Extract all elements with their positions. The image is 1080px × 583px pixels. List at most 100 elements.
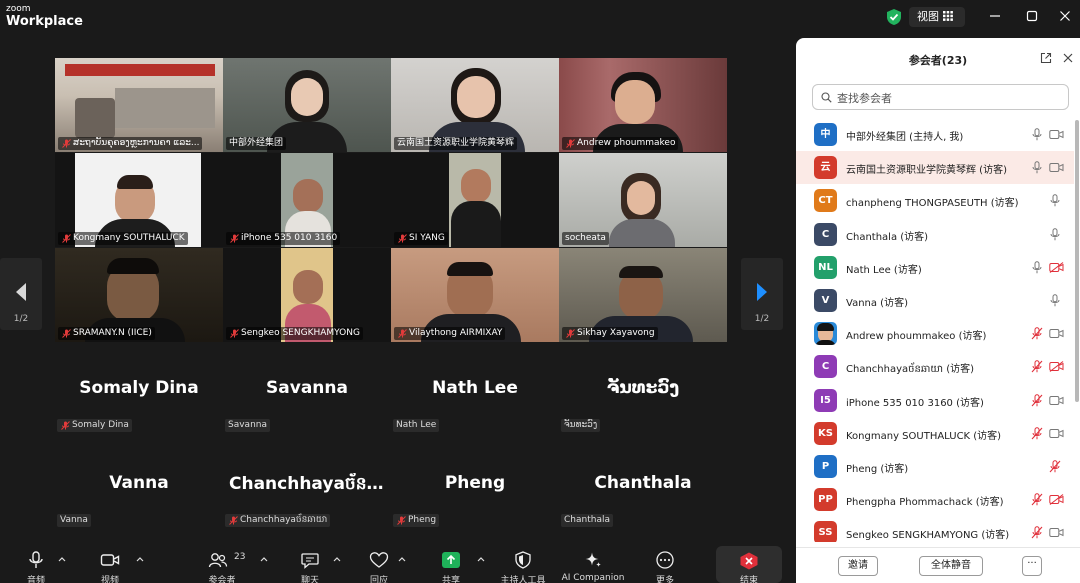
video-button[interactable]: 视频 <box>92 543 128 583</box>
microphone-muted-icon[interactable] <box>1031 327 1043 340</box>
microphone-muted-icon[interactable] <box>1031 526 1043 539</box>
host-tools-button[interactable]: 主持人工具 <box>494 543 552 583</box>
microphone-icon[interactable] <box>1031 128 1043 141</box>
scrollbar[interactable] <box>1075 120 1079 402</box>
invite-button[interactable]: 邀请 <box>838 556 878 576</box>
share-button[interactable]: 共享 <box>433 543 469 583</box>
video-camera-off-icon[interactable] <box>1049 494 1064 506</box>
video-tile[interactable]: Sikhay Xayavong <box>559 248 727 342</box>
video-label: 视频 <box>100 576 119 583</box>
name-tile[interactable]: Savanna Savanna <box>223 342 391 436</box>
close-icon[interactable] <box>1062 52 1074 64</box>
video-tile[interactable]: 云南国土资源职业学院黄琴辉 <box>391 58 559 152</box>
chevron-up-icon[interactable] <box>136 556 144 562</box>
video-tile[interactable]: socheata <box>559 153 727 247</box>
view-button[interactable]: 视图 <box>909 7 965 27</box>
maximize-icon[interactable] <box>1025 9 1039 23</box>
microphone-icon[interactable] <box>1031 161 1043 174</box>
participant-row[interactable]: C Chanthala (访客) <box>796 218 1074 251</box>
previous-page-button[interactable]: 1/2 <box>0 258 42 330</box>
participant-row[interactable]: 云 云南国土资源职业学院黄琴辉 (访客) <box>796 151 1074 185</box>
avatar <box>814 322 837 346</box>
video-camera-icon[interactable] <box>1049 129 1064 140</box>
audio-button[interactable]: 音频 <box>18 543 54 583</box>
name-tile[interactable]: ຈັນທະວົງ ຈັນທະວົງ <box>559 342 727 436</box>
participant-row[interactable]: C Chanchhayaច័នឆាយា (访客) <box>796 350 1074 383</box>
participant-row[interactable]: SS Sengkeo SENGKHAMYONG (访客) <box>796 516 1074 542</box>
chat-button[interactable]: 聊天 <box>292 543 328 583</box>
participant-row[interactable]: PP Phengpha Phommachack (访客) <box>796 483 1074 516</box>
video-camera-icon[interactable] <box>1049 162 1064 173</box>
chevron-up-icon[interactable] <box>333 556 341 562</box>
video-tile[interactable]: 中部外经集团 <box>223 58 391 152</box>
mic-muted-icon <box>398 234 407 243</box>
participant-row[interactable]: NL Nath Lee (访客) <box>796 251 1074 284</box>
participants-button[interactable]: 23 参会者 <box>200 543 245 583</box>
microphone-icon[interactable] <box>1049 294 1061 307</box>
chevron-up-icon[interactable] <box>477 556 485 562</box>
ai-companion-button[interactable]: AI Companion <box>558 543 628 583</box>
participant-row[interactable]: V Vanna (访客) <box>796 284 1074 317</box>
security-shield-icon[interactable] <box>886 8 902 26</box>
participant-row[interactable]: I5 iPhone 535 010 3160 (访客) <box>796 384 1074 417</box>
video-tile[interactable]: Sengkeo SENGKHAMYONG <box>223 248 391 342</box>
video-tile[interactable]: Kongmany SOUTHALUCK <box>55 153 223 247</box>
participant-row[interactable]: Andrew phoummakeo (访客) <box>796 317 1074 350</box>
search-input[interactable] <box>837 89 1057 107</box>
next-page-button[interactable]: 1/2 <box>741 258 783 330</box>
minimize-icon[interactable] <box>988 9 1002 23</box>
name-tile[interactable]: Pheng Pheng <box>391 437 559 531</box>
close-icon[interactable] <box>1058 9 1072 23</box>
mic-muted-icon <box>230 329 239 338</box>
participant-row[interactable]: 中 中部外经集团 (主持人, 我) <box>796 118 1074 151</box>
microphone-icon[interactable] <box>1049 227 1061 241</box>
microphone-muted-icon[interactable] <box>1031 493 1043 506</box>
react-button[interactable]: 回应 <box>361 543 397 583</box>
video-tile[interactable]: ສະຖາບັນຄຸຄອງຫຼະການຄາ ແລະ... <box>55 58 223 152</box>
participant-row[interactable]: CT chanpheng THONGPASEUTH (访客) <box>796 184 1074 217</box>
chevron-up-icon[interactable] <box>58 556 66 562</box>
name-tile[interactable]: Chanthala Chanthala <box>559 437 727 531</box>
avatar-initials: C <box>821 361 830 373</box>
search-box[interactable] <box>812 84 1069 110</box>
video-camera-icon[interactable] <box>1049 328 1064 339</box>
video-tile[interactable]: SRAMANY.N (IICE) <box>55 248 223 342</box>
more-options-button[interactable]: ··· <box>1022 556 1042 576</box>
mute-all-button[interactable]: 全体静音 <box>919 556 983 576</box>
tile-display-name: Pheng <box>444 473 506 493</box>
microphone-icon[interactable] <box>1049 194 1061 207</box>
name-tile[interactable]: Nath Lee Nath Lee <box>391 342 559 436</box>
participant-name: Vanna (访客) <box>846 298 908 309</box>
video-camera-off-icon[interactable] <box>1049 261 1064 273</box>
popout-icon[interactable] <box>1040 52 1052 64</box>
video-tile[interactable]: iPhone 535 010 3160 <box>223 153 391 247</box>
name-tile[interactable]: Vanna Vanna <box>55 437 223 531</box>
more-button[interactable]: 更多 <box>647 543 683 583</box>
video-tile[interactable]: Vilaythong AIRMIXAY <box>391 248 559 342</box>
more-label: 更多 <box>655 576 674 583</box>
mic-muted-icon <box>61 421 70 430</box>
tile-name: Kongmany SOUTHALUCK <box>73 233 185 243</box>
name-tile[interactable]: Chanchhayaច័ន... Chanchhayaច័នឆាយា <box>223 437 391 531</box>
video-camera-icon[interactable] <box>1049 395 1064 406</box>
video-tile[interactable]: SI YANG <box>391 153 559 247</box>
chevron-up-icon[interactable] <box>398 556 406 562</box>
name-tile[interactable]: Somaly Dina Somaly Dina <box>55 342 223 436</box>
meeting-toolbar: 音频 视频 23 参会者 聊天 回应 共享 主持人工具 AI Companion… <box>0 543 796 583</box>
microphone-muted-icon[interactable] <box>1031 360 1043 373</box>
chevron-right-icon <box>757 283 767 301</box>
participant-name: Chanthala (访客) <box>846 231 929 243</box>
microphone-muted-icon[interactable] <box>1031 393 1043 407</box>
participant-row[interactable]: KS Kongmany SOUTHALUCK (访客) <box>796 417 1074 450</box>
microphone-muted-icon[interactable] <box>1031 427 1043 440</box>
video-camera-off-icon[interactable] <box>1049 361 1064 373</box>
participant-row[interactable]: P Pheng (访客) <box>796 450 1074 483</box>
participant-name: Kongmany SOUTHALUCK (访客) <box>846 430 1002 442</box>
video-tile-active-speaker[interactable]: Andrew phoummakeo <box>559 58 727 152</box>
video-camera-icon[interactable] <box>1049 428 1064 439</box>
end-meeting-button[interactable]: 结束 <box>716 546 782 583</box>
chevron-up-icon[interactable] <box>260 556 268 562</box>
video-camera-icon[interactable] <box>1049 527 1064 538</box>
microphone-muted-icon[interactable] <box>1049 460 1061 473</box>
microphone-icon[interactable] <box>1031 261 1043 274</box>
